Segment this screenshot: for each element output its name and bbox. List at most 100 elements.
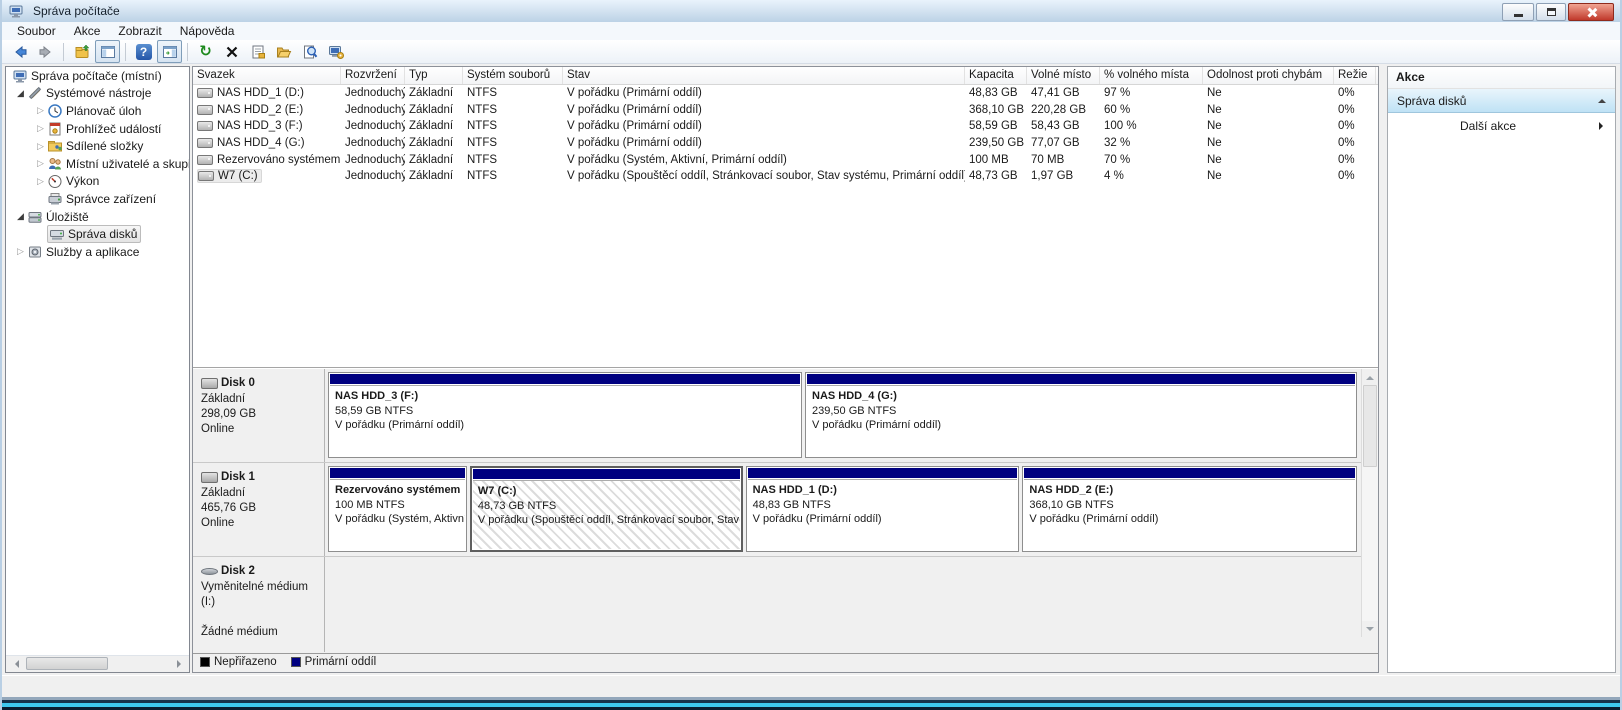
expand-arrow-icon[interactable]: ▷ <box>34 176 47 187</box>
sidebar-item-disk-management[interactable]: Správa disků <box>6 225 189 243</box>
menu-view[interactable]: Zobrazit <box>109 22 170 40</box>
menu-help[interactable]: Nápověda <box>171 22 244 40</box>
table-row[interactable]: Rezervováno systémem Jednoduchý Základní… <box>193 151 1378 168</box>
disk-view-vertical-scrollbar[interactable] <box>1361 369 1378 637</box>
expand-arrow-icon[interactable]: ▷ <box>34 123 47 134</box>
sidebar-item-task-scheduler[interactable]: ▷ Plánovač úloh <box>6 102 189 120</box>
header-overhead[interactable]: Režie <box>1334 67 1376 84</box>
cell-type: Základní <box>405 87 463 99</box>
sidebar-item-local-users-groups[interactable]: ▷ Místní uživatelé a skupin <box>6 155 189 173</box>
title-bar[interactable]: Správa počítače <box>2 0 1620 22</box>
menu-file[interactable]: Soubor <box>8 22 65 40</box>
header-volume[interactable]: Svazek <box>193 67 341 84</box>
menu-action[interactable]: Akce <box>65 22 110 40</box>
open-folder-button[interactable] <box>271 40 296 63</box>
disk-label[interactable]: Disk 0 Základní 298,09 GB Online <box>193 369 325 462</box>
cell-fault-tolerance: Ne <box>1203 87 1334 99</box>
partition-selected[interactable]: W7 (C:) 48,73 GB NTFS V pořádku (Spouště… <box>470 466 743 552</box>
sidebar-item-storage[interactable]: ◢ Úložiště <box>6 208 189 226</box>
more-actions-item[interactable]: Další akce <box>1388 113 1615 139</box>
sidebar-item-computer-management[interactable]: Správa počítače (místní) <box>6 67 189 85</box>
scroll-right-button[interactable] <box>172 656 189 672</box>
actions-group-disk-management[interactable]: Správa disků <box>1388 89 1615 113</box>
properties-button[interactable] <box>245 40 270 63</box>
app-icon <box>8 3 24 19</box>
cell-status: V pořádku (Primární oddíl) <box>563 120 965 132</box>
scroll-left-button[interactable] <box>6 656 23 672</box>
scrollbar-track[interactable] <box>1362 467 1378 621</box>
action-pane-button[interactable] <box>157 40 182 63</box>
legend-item: Primární oddíl <box>291 656 377 668</box>
disk-label[interactable]: Disk 1 Základní 465,76 GB Online <box>193 463 325 556</box>
table-row-selected[interactable]: W7 (C:) Jednoduchý Základní NTFS V pořád… <box>193 168 1378 185</box>
cell-overhead: 0% <box>1334 104 1376 116</box>
toolbar <box>2 40 1620 64</box>
refresh-button[interactable] <box>193 40 218 63</box>
close-button[interactable] <box>1568 3 1614 21</box>
partition-size: 100 MB NTFS <box>335 498 460 513</box>
collapse-arrow-icon[interactable]: ◢ <box>14 211 27 222</box>
scroll-down-button[interactable] <box>1362 621 1378 637</box>
back-button[interactable] <box>7 40 32 63</box>
table-row[interactable]: NAS HDD_3 (F:) Jednoduchý Základní NTFS … <box>193 118 1378 135</box>
help-icon <box>136 44 152 60</box>
table-row[interactable]: NAS HDD_1 (D:) Jednoduchý Základní NTFS … <box>193 85 1378 102</box>
volume-icon <box>197 155 213 165</box>
search-button[interactable] <box>297 40 322 63</box>
computer-settings-button[interactable] <box>323 40 348 63</box>
header-percent-free[interactable]: % volného místa <box>1100 67 1203 84</box>
collapse-group-icon[interactable] <box>1598 95 1606 103</box>
table-row[interactable]: NAS HDD_4 (G:) Jednoduchý Základní NTFS … <box>193 135 1378 152</box>
sidebar-item-services-applications[interactable]: ▷ Služby a aplikace <box>6 243 189 261</box>
volume-name: Rezervováno systémem <box>217 154 340 166</box>
scrollbar-thumb[interactable] <box>1363 385 1377 467</box>
cell-filesystem: NTFS <box>463 104 563 116</box>
partition-size: 368,10 GB NTFS <box>1029 498 1350 513</box>
header-fault-tolerance[interactable]: Odolnost proti chybám <box>1203 67 1334 84</box>
partition-status: V pořádku (Primární oddíl) <box>335 418 795 433</box>
delete-button[interactable] <box>219 40 244 63</box>
up-folder-button[interactable] <box>69 40 94 63</box>
scrollbar-track[interactable] <box>23 656 172 672</box>
header-type[interactable]: Typ <box>405 67 463 84</box>
header-capacity[interactable]: Kapacita <box>965 67 1027 84</box>
partition-status: V pořádku (Systém, Aktivní, Primární odd… <box>335 512 460 527</box>
expand-arrow-icon[interactable]: ▷ <box>34 141 47 152</box>
partition[interactable]: NAS HDD_4 (G:) 239,50 GB NTFS V pořádku … <box>805 372 1357 458</box>
minimize-icon <box>1514 14 1523 17</box>
computer-icon <box>12 68 28 84</box>
help-button[interactable] <box>131 40 156 63</box>
expand-arrow-icon[interactable]: ▷ <box>34 158 47 169</box>
partition[interactable]: NAS HDD_1 (D:) 48,83 GB NTFS V pořádku (… <box>746 466 1020 552</box>
cell-percent-free: 60 % <box>1100 104 1203 116</box>
removable-media-icon <box>201 568 218 575</box>
partition[interactable]: NAS HDD_3 (F:) 58,59 GB NTFS V pořádku (… <box>328 372 802 458</box>
expand-arrow-icon[interactable]: ▷ <box>34 105 47 116</box>
header-layout[interactable]: Rozvržení <box>341 67 405 84</box>
scroll-up-button[interactable] <box>1362 369 1378 385</box>
disk-management-view: Svazek Rozvržení Typ Systém souborů Stav… <box>192 66 1379 673</box>
console-tree-button[interactable] <box>95 40 120 63</box>
table-row[interactable]: NAS HDD_2 (E:) Jednoduchý Základní NTFS … <box>193 102 1378 119</box>
collapse-arrow-icon[interactable]: ◢ <box>14 88 27 99</box>
partition[interactable]: Rezervováno systémem 100 MB NTFS V pořád… <box>328 466 467 552</box>
sidebar-item-performance[interactable]: ▷ Výkon <box>6 173 189 191</box>
header-free-space[interactable]: Volné místo <box>1027 67 1100 84</box>
cell-capacity: 100 MB <box>965 154 1027 166</box>
scrollbar-thumb[interactable] <box>26 657 108 670</box>
sidebar-item-device-manager[interactable]: Správce zařízení <box>6 190 189 208</box>
header-status[interactable]: Stav <box>563 67 965 84</box>
sidebar-item-shared-folders[interactable]: ▷ Sdílené složky <box>6 137 189 155</box>
scroll-up-icon <box>1366 372 1374 380</box>
minimize-button[interactable] <box>1502 3 1534 21</box>
header-filesystem[interactable]: Systém souborů <box>463 67 563 84</box>
partition[interactable]: NAS HDD_2 (E:) 368,10 GB NTFS V pořádku … <box>1022 466 1357 552</box>
sidebar-item-system-tools[interactable]: ◢ Systémové nástroje <box>6 85 189 103</box>
cell-status: V pořádku (Primární oddíl) <box>563 87 965 99</box>
tree-horizontal-scrollbar[interactable] <box>6 655 189 672</box>
expand-arrow-icon[interactable]: ▷ <box>14 246 27 257</box>
disk-label[interactable]: Disk 2 Vyměnitelné médium (I:) Žádné méd… <box>193 557 325 652</box>
restore-button[interactable] <box>1536 3 1566 21</box>
forward-button[interactable] <box>33 40 58 63</box>
sidebar-item-event-viewer[interactable]: ▷ Prohlížeč událostí <box>6 120 189 138</box>
